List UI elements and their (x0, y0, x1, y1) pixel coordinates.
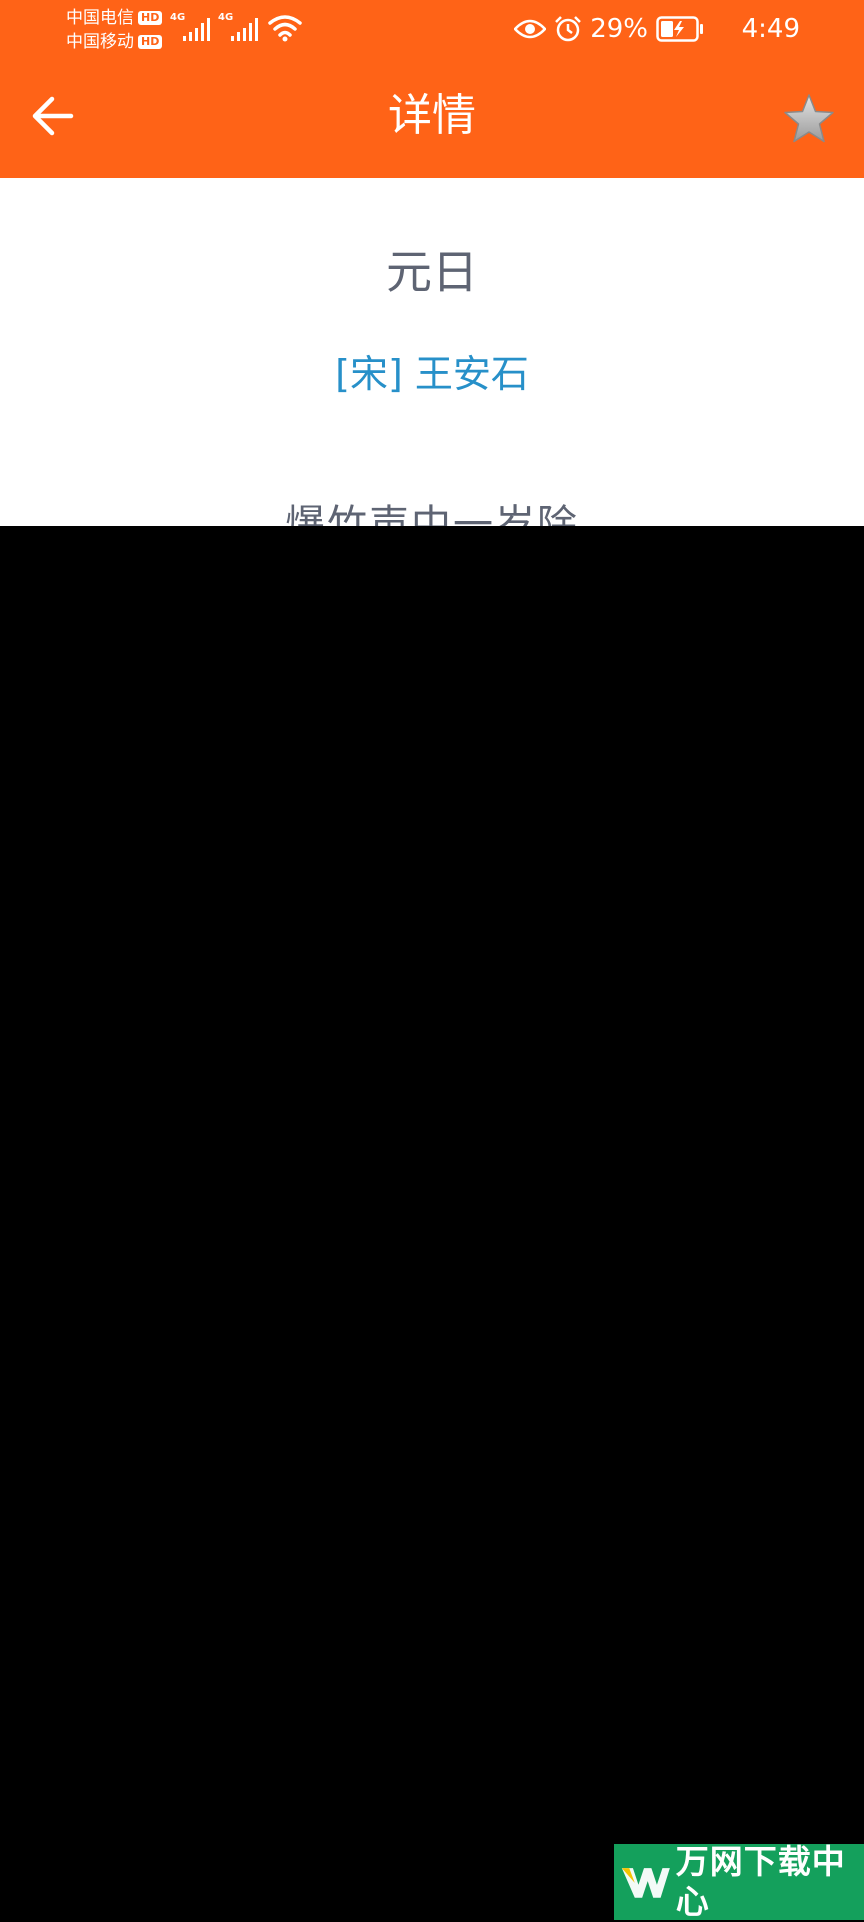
signal-icon (231, 18, 258, 41)
eye-icon (514, 19, 547, 39)
watermark-text: 万网下载中心 (675, 1842, 846, 1921)
carrier-info: 中国电信 HD 中国移动 HD (66, 6, 163, 54)
watermark: 万网下载中心 (614, 1842, 864, 1921)
battery-charging-icon (656, 16, 703, 42)
battery-percent: 29% (590, 14, 648, 44)
carrier-row-2: 中国移动 HD (66, 30, 163, 54)
poem-title: 元日 (386, 245, 478, 299)
signal-1: 4G (170, 12, 210, 42)
favorite-button[interactable] (776, 86, 842, 152)
page-title: 详情 (388, 90, 476, 141)
alarm-icon (555, 16, 582, 42)
hd-badge-2: HD (138, 35, 163, 49)
app-bar: 详情 (0, 58, 864, 178)
carrier-row-1: 中国电信 HD (66, 6, 163, 30)
carrier-name-2: 中国移动 (66, 32, 134, 52)
poem-line: 爆竹声中一岁除 (285, 502, 579, 526)
clock: 4:49 (742, 10, 800, 48)
status-time: 4:49 (741, 14, 800, 44)
watermark-logo-icon (621, 1868, 670, 1898)
hd-badge-1: HD (138, 11, 163, 25)
star-icon (784, 94, 834, 143)
poem-content: 元日 [宋] 王安石 爆竹声中一岁除 (0, 178, 864, 526)
wifi-icon (268, 15, 302, 42)
signal-group: 4G 4G (170, 12, 302, 42)
carrier-name-1: 中国电信 (66, 8, 134, 28)
status-bar: 中国电信 HD 中国移动 HD 4G 4G 29% 4:49 (0, 0, 864, 58)
status-right: 29% (514, 10, 704, 48)
signal-icon (183, 18, 210, 41)
poem-author[interactable]: [宋] 王安石 (0, 350, 864, 398)
signal-2: 4G (218, 12, 258, 42)
